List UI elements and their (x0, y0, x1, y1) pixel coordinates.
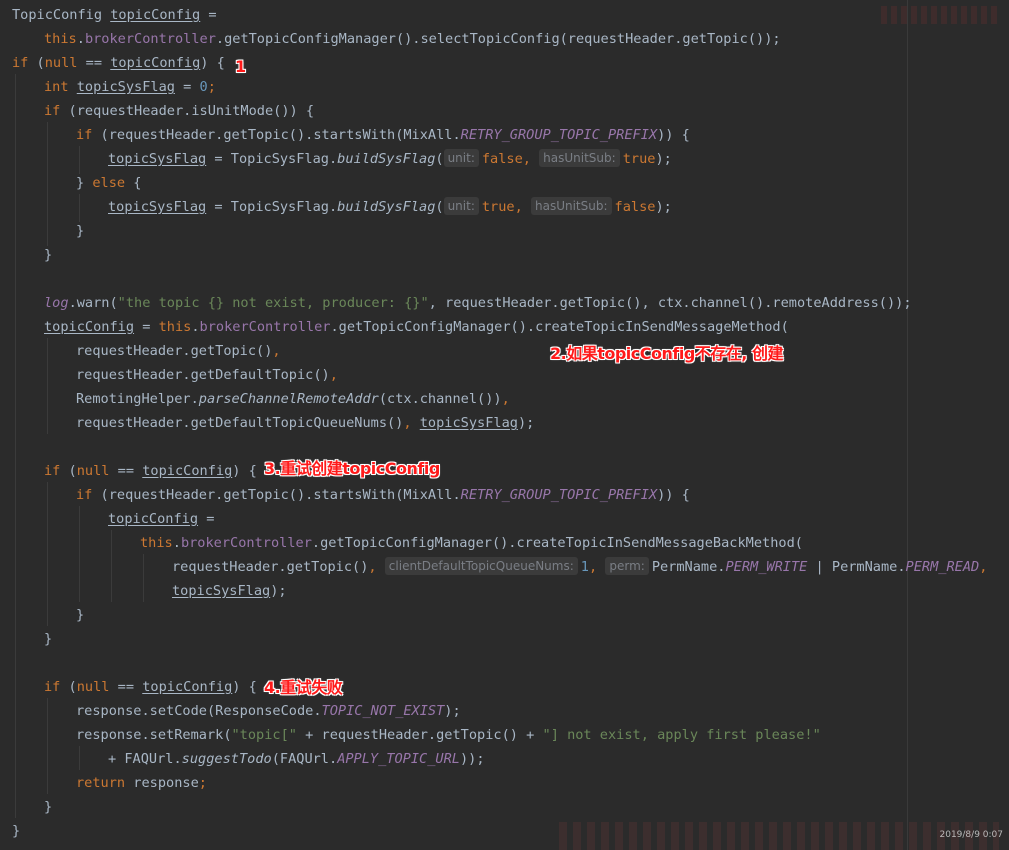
code-line-26: } (76, 607, 85, 623)
code-line-20: if (null == topicConfig) { (44, 463, 257, 479)
code-line-7: topicSysFlag = TopicSysFlag.buildSysFlag… (108, 149, 672, 167)
code-line-34: } (44, 799, 53, 815)
indent-guide (47, 482, 48, 626)
code-line-11: } (44, 247, 53, 263)
code-line-24: requestHeader.getTopic(), clientDefaultT… (172, 557, 988, 575)
code-line-3: if (null == topicConfig) { (12, 55, 225, 71)
code-line-25: topicSysFlag); (172, 583, 287, 599)
indent-guide (47, 338, 48, 434)
code-line-8: } else { (76, 175, 142, 191)
code-line-13: log.warn("the topic {} not exist, produc… (44, 295, 912, 311)
code-line-15: requestHeader.getTopic(), (76, 343, 281, 359)
indent-guide (111, 530, 112, 602)
code-line-10: } (76, 223, 85, 239)
annotation-1: 1 (235, 57, 246, 76)
code-line-16: requestHeader.getDefaultTopic(), (76, 367, 338, 383)
code-line-23: this.brokerController.getTopicConfigMana… (140, 535, 803, 551)
code-line-33: return response; (76, 775, 207, 791)
code-line-32: + FAQUrl.suggestTodo(FAQUrl.APPLY_TOPIC_… (108, 751, 485, 767)
right-margin-guide (907, 0, 908, 850)
param-hint-perm: perm: (605, 557, 649, 575)
code-line-6: if (requestHeader.getTopic().startsWith(… (76, 127, 690, 143)
code-line-35: } (12, 823, 21, 839)
param-hint-hasunitsub: hasUnitSub: (531, 197, 612, 215)
code-line-1: TopicConfig topicConfig = (12, 7, 217, 23)
indent-guide (143, 554, 144, 602)
code-line-18: requestHeader.getDefaultTopicQueueNums()… (76, 415, 535, 431)
indent-guide (15, 74, 16, 818)
code-line-2: this.brokerController.getTopicConfigMana… (44, 31, 781, 47)
annotation-3: 3.重试创建topicConfig (264, 459, 440, 478)
code-line-14: topicConfig = this.brokerController.getT… (44, 319, 789, 335)
code-line-4: int topicSysFlag = 0; (44, 79, 216, 95)
param-hint-unit: unit: (443, 149, 479, 167)
code-line-27: } (44, 631, 53, 647)
annotation-4: 4.重试失败 (264, 678, 343, 697)
code-line-9: topicSysFlag = TopicSysFlag.buildSysFlag… (108, 197, 672, 215)
indent-guide (47, 698, 48, 794)
param-hint-unit: unit: (443, 197, 479, 215)
code-line-31: response.setRemark("topic[" + requestHea… (76, 727, 821, 743)
watermark-top (881, 6, 1001, 24)
code-line-22: topicConfig = (108, 511, 215, 527)
annotation-2: 2.如果topicConfig不存在, 创建 (550, 344, 783, 363)
indent-guide (79, 746, 80, 770)
indent-guide (79, 506, 80, 602)
code-line-21: if (requestHeader.getTopic().startsWith(… (76, 487, 690, 503)
indent-guide (47, 122, 48, 246)
watermark-bottom (559, 822, 999, 850)
indent-guide (79, 146, 80, 174)
code-line-5: if (requestHeader.isUnitMode()) { (44, 103, 315, 119)
param-hint-hasunitsub: hasUnitSub: (539, 149, 620, 167)
param-hint-queue-nums: clientDefaultTopicQueueNums: (384, 557, 578, 575)
indent-guide (79, 194, 80, 222)
code-line-29: if (null == topicConfig) { (44, 679, 257, 695)
code-line-30: response.setCode(ResponseCode.TOPIC_NOT_… (76, 703, 461, 719)
code-editor[interactable]: TopicConfig topicConfig = this.brokerCon… (0, 0, 1009, 850)
watermark-text: 2019/8/9 0:07 (939, 830, 1004, 840)
code-line-17: RemotingHelper.parseChannelRemoteAddr(ct… (76, 391, 510, 407)
